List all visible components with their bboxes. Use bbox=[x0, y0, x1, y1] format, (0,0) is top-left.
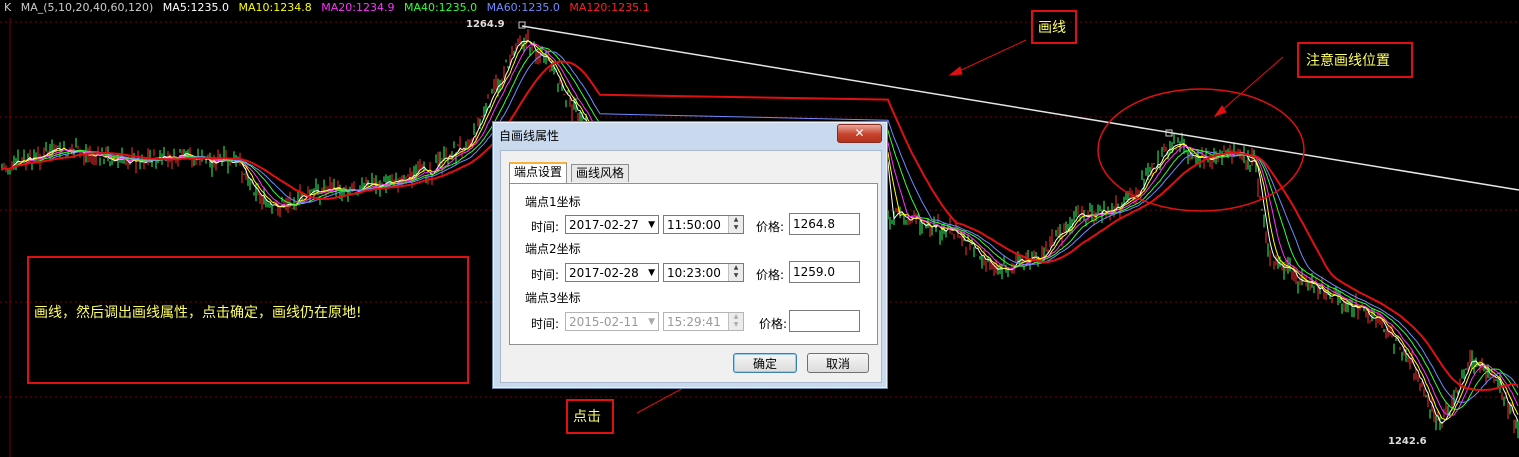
tab-line-style[interactable]: 画线风格 bbox=[571, 164, 630, 182]
legend-prefix: K bbox=[4, 1, 12, 14]
endpoint-settings-panel: 端点1坐标 时间: 2017-02-27 ▼ 11:50:00 ▲ ▼ 价格: 1… bbox=[509, 183, 878, 345]
note-position-annotation: 注意画线位置 bbox=[1306, 53, 1390, 69]
cancel-button[interactable]: 取消 bbox=[807, 353, 869, 373]
legend-ma-spec: MA_(5,10,20,40,60,120) bbox=[20, 1, 154, 14]
point1-time-spinner[interactable]: 11:50:00 ▲ ▼ bbox=[663, 215, 744, 234]
high-price-label: 1264.9 bbox=[466, 19, 505, 30]
point2-time-value: 10:23:00 bbox=[667, 266, 721, 280]
tab-endpoint-settings[interactable]: 端点设置 bbox=[509, 162, 568, 184]
ok-button[interactable]: 确定 bbox=[733, 353, 797, 373]
legend-ma60: MA60:1235.0 bbox=[486, 1, 560, 14]
legend-ma5: MA5:1235.0 bbox=[162, 1, 230, 14]
draw-line-annotation: 画线 bbox=[1038, 20, 1066, 36]
point2-header: 端点2坐标 bbox=[525, 242, 581, 256]
point3-time-spinner: 15:29:41 ▲ ▼ bbox=[663, 312, 744, 331]
ma-legend: K MA_(5,10,20,40,60,120) MA5:1235.0 MA10… bbox=[4, 1, 656, 14]
point2-date-select[interactable]: 2017-02-28 ▼ bbox=[565, 263, 659, 282]
description-text: 画线，然后调出画线属性，点击确定，画线仍在原地! bbox=[34, 305, 362, 321]
point3-date-value: 2015-02-11 bbox=[569, 315, 639, 329]
dialog-body: 端点设置 画线风格 端点1坐标 时间: 2017-02-27 ▼ 11:50:0… bbox=[500, 150, 882, 383]
close-icon[interactable]: ✕ bbox=[837, 124, 882, 143]
dialog-title: 自画线属性 bbox=[499, 129, 560, 143]
chevron-down-icon: ▼ bbox=[648, 317, 655, 327]
point1-time-value: 11:50:00 bbox=[667, 218, 721, 232]
point3-date-select: 2015-02-11 ▼ bbox=[565, 312, 659, 331]
point1-price-input[interactable]: 1264.8 bbox=[789, 213, 860, 235]
spinner-arrows-icon[interactable]: ▲ ▼ bbox=[728, 216, 743, 233]
point2-date-value: 2017-02-28 bbox=[569, 266, 639, 280]
spinner-arrows-icon: ▲ ▼ bbox=[728, 313, 743, 330]
legend-ma40: MA40:1235.0 bbox=[403, 1, 478, 14]
point1-header: 端点1坐标 bbox=[525, 195, 581, 209]
point3-header: 端点3坐标 bbox=[525, 291, 581, 305]
click-annotation: 点击 bbox=[573, 409, 601, 425]
point2-price-label: 价格: bbox=[756, 268, 785, 282]
low-price-label: 1242.6 bbox=[1388, 436, 1427, 447]
legend-ma120: MA120:1235.1 bbox=[569, 1, 650, 14]
point3-price-input[interactable] bbox=[789, 310, 860, 332]
spinner-arrows-icon[interactable]: ▲ ▼ bbox=[728, 264, 743, 281]
point2-price-input[interactable]: 1259.0 bbox=[789, 261, 860, 283]
point3-time-label: 时间: bbox=[531, 317, 560, 331]
legend-ma20: MA20:1234.9 bbox=[321, 1, 395, 14]
legend-ma10: MA10:1234.8 bbox=[238, 1, 312, 14]
point3-price-label: 价格: bbox=[759, 317, 788, 331]
point2-time-spinner[interactable]: 10:23:00 ▲ ▼ bbox=[663, 263, 744, 282]
point3-time-value: 15:29:41 bbox=[667, 315, 721, 329]
chevron-down-icon: ▼ bbox=[648, 220, 655, 230]
point1-time-label: 时间: bbox=[531, 220, 560, 234]
point2-time-label: 时间: bbox=[531, 268, 560, 282]
point1-date-value: 2017-02-27 bbox=[569, 218, 639, 232]
point1-price-label: 价格: bbox=[756, 220, 785, 234]
line-properties-dialog: 自画线属性 ✕ 端点设置 画线风格 端点1坐标 时间: 2017-02-27 ▼… bbox=[492, 121, 888, 389]
point1-date-select[interactable]: 2017-02-27 ▼ bbox=[565, 215, 659, 234]
chevron-down-icon: ▼ bbox=[648, 268, 655, 278]
